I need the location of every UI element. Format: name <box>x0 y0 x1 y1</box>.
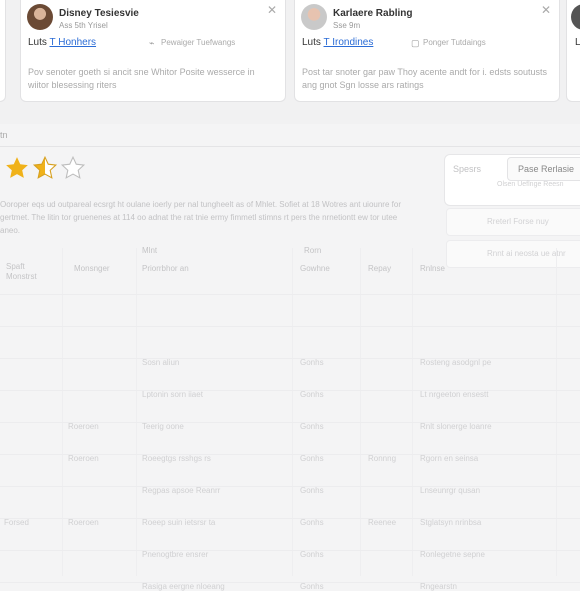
column-header[interactable]: Rnlnse <box>420 264 445 274</box>
author-role: Sse 9m <box>333 21 361 30</box>
section-marker: tn <box>0 130 8 140</box>
plan-line: Luts T Honhers <box>28 37 96 48</box>
table-cell: Rnlt slonerge loanre <box>420 422 492 431</box>
row-divider <box>0 294 580 295</box>
column-divider <box>62 248 63 576</box>
column-divider <box>136 248 137 576</box>
column-header[interactable]: Gowhne <box>300 264 330 274</box>
table-cell: Rosteng asodgnl pe <box>420 358 492 367</box>
testimonial-card[interactable]: Disney Tesiesvie Ass 5th Yrisel ✕ Luts T… <box>20 0 286 102</box>
row-divider <box>0 486 580 487</box>
row-divider <box>0 358 580 359</box>
tag-icon: ⌁ <box>149 38 155 48</box>
table-cell: Roeroen <box>68 454 99 463</box>
table-group-header: Rorn <box>304 246 322 255</box>
table-cell: Regpas apsoe Reanrr <box>142 486 221 495</box>
testimonial-text: Pov senoter goeth si ancit sne Whitor Po… <box>28 67 255 90</box>
testimonial-card-partial-left <box>0 0 6 102</box>
column-header[interactable]: Spaft Monstrst <box>6 262 56 282</box>
plan-prefix: Luts <box>302 37 321 48</box>
tab-release[interactable]: Pase Rerlasie <box>507 157 580 181</box>
avatar <box>301 4 327 30</box>
review-description: Ooroper eqs ud outpareal ecsrgt ht oulan… <box>0 200 401 235</box>
testimonial-card[interactable]: Karlaere Rabling Sse 9m ✕ Luts T Irondin… <box>294 0 560 102</box>
plan-link[interactable]: T Honhers <box>50 37 97 48</box>
table-cell: Roeroen <box>68 422 99 431</box>
row-divider <box>0 390 580 391</box>
card-meta: Pewaiger Tuefwangs <box>161 38 236 47</box>
table-cell: Stglatsyn nrinbsa <box>420 518 482 527</box>
side-subtitle: Olsen Ueflnge Reesn <box>497 181 564 188</box>
table-cell: Reenee <box>368 518 397 527</box>
author-role: Ass 5th Yrisel <box>59 21 108 30</box>
row-divider <box>0 550 580 551</box>
table-cell: Ronnng <box>368 454 397 463</box>
table-cell: Roeroen <box>68 518 99 527</box>
tab-release-label: Pase Rerlasie <box>518 164 575 174</box>
close-icon[interactable]: ✕ <box>541 3 551 17</box>
avatar <box>27 4 53 30</box>
table-cell: Lnseunrgr qusan <box>420 486 481 495</box>
side-panel: Spesrs Pase Rerlasie Olsen Ueflnge Reesn <box>444 154 580 206</box>
table-cell: Ronlegetne sepne <box>420 550 485 559</box>
table-cell: Rasiga eergne nloeang <box>142 582 225 591</box>
column-header[interactable]: Priorrbhor an <box>142 264 189 274</box>
column-divider <box>360 248 361 576</box>
table-cell: Teerig oone <box>142 422 184 431</box>
table-cell: Lt nrgeeton ensestt <box>420 390 489 399</box>
column-header[interactable]: Repay <box>368 264 391 274</box>
table-cell: Gonhs <box>300 454 324 463</box>
testimonial-strip: Disney Tesiesvie Ass 5th Yrisel ✕ Luts T… <box>0 0 580 124</box>
column-divider <box>292 248 293 576</box>
side-field-label: Rreterl Forse nuy <box>487 217 549 226</box>
table-cell: Pnenogtbre ensrer <box>142 550 209 559</box>
testimonial-text: Post tar snoter gar paw Thoy acente andt… <box>302 67 547 90</box>
table-cell: Gonhs <box>300 358 324 367</box>
table-cell: Gonhs <box>300 390 324 399</box>
table-cell: Gonhs <box>300 486 324 495</box>
table-cell: Gonhs <box>300 550 324 559</box>
plan-line: Luts T Irondines <box>302 37 373 48</box>
testimonial-card-partial-right: L <box>566 0 580 102</box>
table-cell: Gonhs <box>300 582 324 591</box>
table-cell: Roeegtgs rsshgs rs <box>142 454 211 463</box>
table-cell: Sosn aliun <box>142 358 180 367</box>
column-divider <box>556 248 557 576</box>
close-icon[interactable]: ✕ <box>267 3 277 17</box>
section-divider <box>0 146 580 147</box>
plan-link[interactable]: T Irondines <box>324 37 374 48</box>
table-cell: Rgorn en seinsa <box>420 454 479 463</box>
column-header[interactable]: Monsnger <box>74 264 110 274</box>
row-divider <box>0 582 580 583</box>
author-name: Disney Tesiesvie <box>59 8 139 19</box>
side-field[interactable]: Rreterl Forse nuy <box>446 208 580 236</box>
table-cell: Lptonin sorn iiaet <box>142 390 203 399</box>
star-empty-icon[interactable] <box>60 155 86 181</box>
table-cell: Rngearstn <box>420 582 457 591</box>
column-divider <box>412 248 413 576</box>
card-meta: Ponger Tutdaings <box>423 38 486 47</box>
table-cell: Roeep suin ietsrsr ta <box>142 518 216 527</box>
row-divider <box>0 326 580 327</box>
calendar-icon: ▢ <box>411 38 420 48</box>
table-cell: Forsed <box>4 518 29 527</box>
table-cell: Gonhs <box>300 518 324 527</box>
star-full-icon[interactable] <box>4 155 30 181</box>
avatar <box>571 4 580 30</box>
star-half-icon[interactable] <box>32 155 58 181</box>
plan-prefix: Luts <box>28 37 47 48</box>
plan-prefix: L <box>575 37 580 48</box>
table-cell: Gonhs <box>300 422 324 431</box>
author-name: Karlaere Rabling <box>333 8 413 19</box>
table-group-header: Mlnt <box>142 246 158 255</box>
data-table: Mlnt Rorn Spaft Monstrst Monsnger Priorr… <box>0 246 580 591</box>
tab-specs[interactable]: Spesrs <box>453 164 481 174</box>
